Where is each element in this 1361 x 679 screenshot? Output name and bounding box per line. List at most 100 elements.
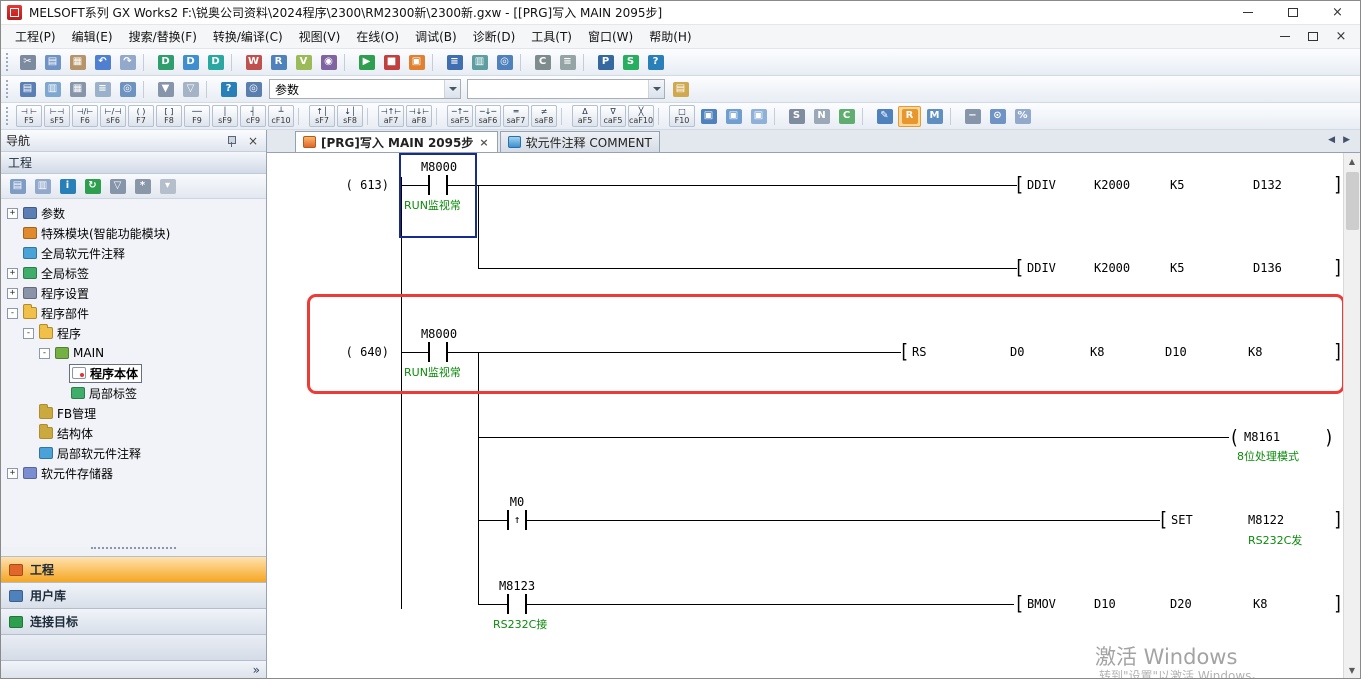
tree-expander-icon[interactable] bbox=[7, 248, 18, 259]
toolbar-button[interactable]: ▤ bbox=[16, 79, 39, 100]
instruction-arg[interactable]: D10 bbox=[1094, 597, 1116, 611]
ladder-symbol-button[interactable]: ( ) F7 bbox=[128, 105, 154, 127]
instruction-arg[interactable]: K8 bbox=[1253, 597, 1267, 611]
scrollbar-thumb[interactable] bbox=[1346, 172, 1359, 230]
toolbar-button[interactable]: ? bbox=[217, 79, 240, 100]
tree-expander-icon[interactable]: - bbox=[39, 348, 50, 359]
menu-item[interactable]: 诊断(D) bbox=[465, 24, 524, 49]
toolbar-button[interactable]: R bbox=[898, 106, 921, 127]
toolbar-button[interactable]: % bbox=[1011, 106, 1034, 127]
toolbar-button[interactable]: ↷ bbox=[116, 52, 139, 73]
instruction-op[interactable]: DDIV bbox=[1027, 261, 1056, 275]
toolbar-button[interactable]: ⊙ bbox=[986, 106, 1009, 127]
toolbar-button[interactable]: C bbox=[531, 52, 554, 73]
toolbar-button[interactable] bbox=[774, 108, 781, 125]
instruction-arg[interactable]: K5 bbox=[1170, 178, 1184, 192]
toolbar-button[interactable]: ▼ bbox=[154, 79, 177, 100]
tree-expander-icon[interactable]: + bbox=[7, 268, 18, 279]
tree-expander-icon[interactable] bbox=[23, 428, 34, 439]
menu-item[interactable]: 编辑(E) bbox=[64, 24, 121, 49]
toolbar-button[interactable]: ≡ bbox=[556, 52, 579, 73]
instruction-arg[interactable]: D20 bbox=[1170, 597, 1192, 611]
nav-toolbar-button[interactable]: i bbox=[56, 176, 79, 197]
ladder-symbol-button[interactable]: ↑│ sF7 bbox=[309, 105, 335, 127]
tree-item[interactable]: + 程序设置 bbox=[1, 283, 266, 303]
toolbar-button[interactable]: ◎ bbox=[242, 79, 265, 100]
menu-item[interactable]: 在线(O) bbox=[348, 24, 407, 49]
toolbar-button[interactable]: D bbox=[179, 52, 202, 73]
tree-expander-icon[interactable] bbox=[23, 448, 34, 459]
toolbar-button[interactable]: ▣ bbox=[747, 106, 770, 127]
tree-expander-icon[interactable] bbox=[7, 228, 18, 239]
toolbar-button[interactable]: ▣ bbox=[697, 106, 720, 127]
ladder-symbol-button[interactable]: ⊣↓⊢ aF8 bbox=[406, 105, 432, 127]
nav-toolbar-button[interactable]: ▥ bbox=[31, 176, 54, 197]
toolbar-button[interactable]: D bbox=[204, 52, 227, 73]
ladder-symbol-button[interactable]: │ sF9 bbox=[212, 105, 238, 127]
ladder-symbol-button[interactable]: Δ aF5 bbox=[572, 105, 598, 127]
ladder-symbol-button[interactable] bbox=[561, 108, 568, 125]
toolbar-button[interactable]: N bbox=[810, 106, 833, 127]
tab-scroll-right-icon[interactable]: ▶ bbox=[1343, 135, 1350, 145]
nav-resize-grip[interactable] bbox=[91, 547, 176, 556]
ladder-symbol-button[interactable]: □ F10 bbox=[669, 105, 695, 127]
toolbar-button[interactable]: ▤ bbox=[669, 79, 692, 100]
toolbar-button[interactable]: C bbox=[835, 106, 858, 127]
tree-item[interactable]: - MAIN bbox=[1, 343, 266, 363]
toolbar-button[interactable] bbox=[143, 81, 150, 98]
tab-device-comment[interactable]: 软元件注释 COMMENT bbox=[500, 131, 660, 152]
combobox-dropdown-icon[interactable] bbox=[444, 80, 460, 98]
ladder-symbol-button[interactable]: ─↑─ saF5 bbox=[447, 105, 473, 127]
tree-item[interactable]: + 全局标签 bbox=[1, 263, 266, 283]
instruction-op[interactable]: DDIV bbox=[1027, 178, 1056, 192]
ladder-symbol-button[interactable]: ┴ cF10 bbox=[268, 105, 294, 127]
tab-main-program[interactable]: [PRG]写入 MAIN 2095步 × bbox=[295, 131, 498, 152]
tree-expander-icon[interactable]: - bbox=[23, 328, 34, 339]
toolbar-button[interactable] bbox=[344, 54, 351, 71]
instruction-arg[interactable]: K5 bbox=[1170, 261, 1184, 275]
mdi-close-button[interactable]: × bbox=[1332, 29, 1350, 45]
tree-expander-icon[interactable] bbox=[55, 368, 66, 379]
tree-item[interactable]: + 参数 bbox=[1, 203, 266, 223]
tree-item[interactable]: 全局软元件注释 bbox=[1, 243, 266, 263]
tab-close-icon[interactable]: × bbox=[478, 136, 489, 149]
navigation-close-icon[interactable]: × bbox=[245, 134, 261, 148]
scroll-down-icon[interactable]: ▼ bbox=[1344, 662, 1361, 678]
view-switch-button[interactable]: 用户库 bbox=[1, 582, 266, 608]
menu-item[interactable]: 窗口(W) bbox=[580, 24, 641, 49]
menu-item[interactable]: 工程(P) bbox=[7, 24, 64, 49]
toolbar-button[interactable] bbox=[950, 108, 957, 125]
toolbar-button[interactable]: ▤ bbox=[41, 52, 64, 73]
vertical-scrollbar[interactable]: ▲ ▼ bbox=[1343, 153, 1360, 678]
ladder-symbol-button[interactable]: ∇ caF5 bbox=[600, 105, 626, 127]
toolbar-grip[interactable] bbox=[6, 53, 11, 71]
ladder-symbol-button[interactable]: ↓│ sF8 bbox=[337, 105, 363, 127]
toolbar-button[interactable]: W bbox=[242, 52, 265, 73]
toolbar-button[interactable]: ◎ bbox=[116, 79, 139, 100]
ladder-symbol-button[interactable]: ⊣↑⊢ aF7 bbox=[378, 105, 404, 127]
ladder-symbol-button[interactable]: ┤ cF9 bbox=[240, 105, 266, 127]
toolbar-button[interactable]: P bbox=[594, 52, 617, 73]
ladder-symbol-button[interactable] bbox=[658, 108, 665, 125]
data-select-combobox[interactable]: 参数 bbox=[269, 79, 461, 99]
tree-expander-icon[interactable] bbox=[23, 408, 34, 419]
ladder-symbol-button[interactable] bbox=[298, 108, 305, 125]
restore-button[interactable] bbox=[1270, 1, 1315, 24]
tree-item[interactable]: 程序本体 bbox=[1, 363, 266, 383]
instruction-arg[interactable]: D132 bbox=[1253, 178, 1282, 192]
tree-expander-icon[interactable]: + bbox=[7, 208, 18, 219]
tree-item[interactable]: - 程序 bbox=[1, 323, 266, 343]
instruction-arg[interactable]: K2000 bbox=[1094, 178, 1130, 192]
menu-item[interactable]: 帮助(H) bbox=[641, 24, 699, 49]
toolbar-button[interactable]: ▽ bbox=[179, 79, 202, 100]
toolbar-button[interactable]: ▥ bbox=[41, 79, 64, 100]
toolbar-button[interactable]: M bbox=[923, 106, 946, 127]
mdi-restore-button[interactable] bbox=[1304, 29, 1322, 45]
instruction-arg[interactable]: K2000 bbox=[1094, 261, 1130, 275]
instruction-arg[interactable]: M8122 bbox=[1248, 513, 1284, 527]
toolbar-button[interactable]: ◉ bbox=[317, 52, 340, 73]
tree-item[interactable]: 特殊模块(智能功能模块) bbox=[1, 223, 266, 243]
mdi-minimize-button[interactable] bbox=[1276, 29, 1294, 45]
toolbar-button[interactable]: − bbox=[961, 106, 984, 127]
toolbar-button[interactable] bbox=[143, 54, 150, 71]
